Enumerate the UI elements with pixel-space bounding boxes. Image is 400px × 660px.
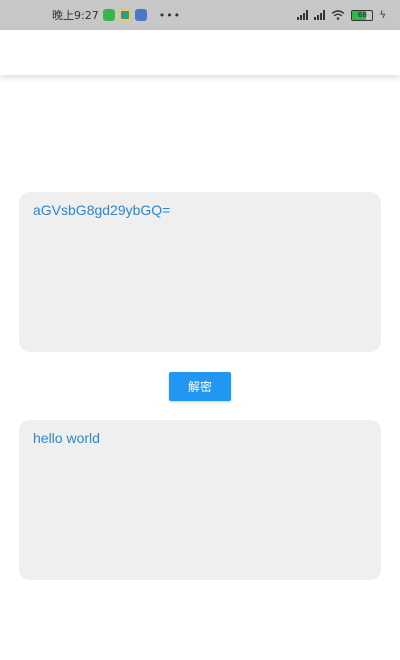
wifi-icon (331, 10, 345, 20)
status-bar-right: 68 ϟ (297, 9, 386, 21)
battery-level: 68 (357, 11, 367, 19)
signal-icon (314, 10, 326, 20)
status-time: 晚上9:27 (52, 9, 99, 22)
wechat-icon (102, 9, 115, 21)
cipher-input-field[interactable]: aGVsbG8gd29ybGQ= (19, 192, 381, 352)
app-icon (118, 9, 131, 21)
charging-icon: ϟ (379, 9, 386, 21)
plaintext-output-text: hello world (33, 430, 100, 446)
app-bar (0, 30, 400, 75)
decrypt-button[interactable]: 解密 (169, 372, 231, 401)
plaintext-output-field[interactable]: hello world (19, 420, 381, 580)
signal-icon (297, 10, 309, 20)
status-bar-left: 晚上9:27 ••• (52, 7, 181, 23)
battery-icon: 68 (351, 9, 374, 21)
status-bar: 晚上9:27 ••• 68 ϟ (0, 0, 400, 30)
browser-icon (134, 9, 147, 21)
cipher-input-text: aGVsbG8gd29ybGQ= (33, 202, 171, 218)
more-notifications-icon: ••• (158, 8, 182, 22)
